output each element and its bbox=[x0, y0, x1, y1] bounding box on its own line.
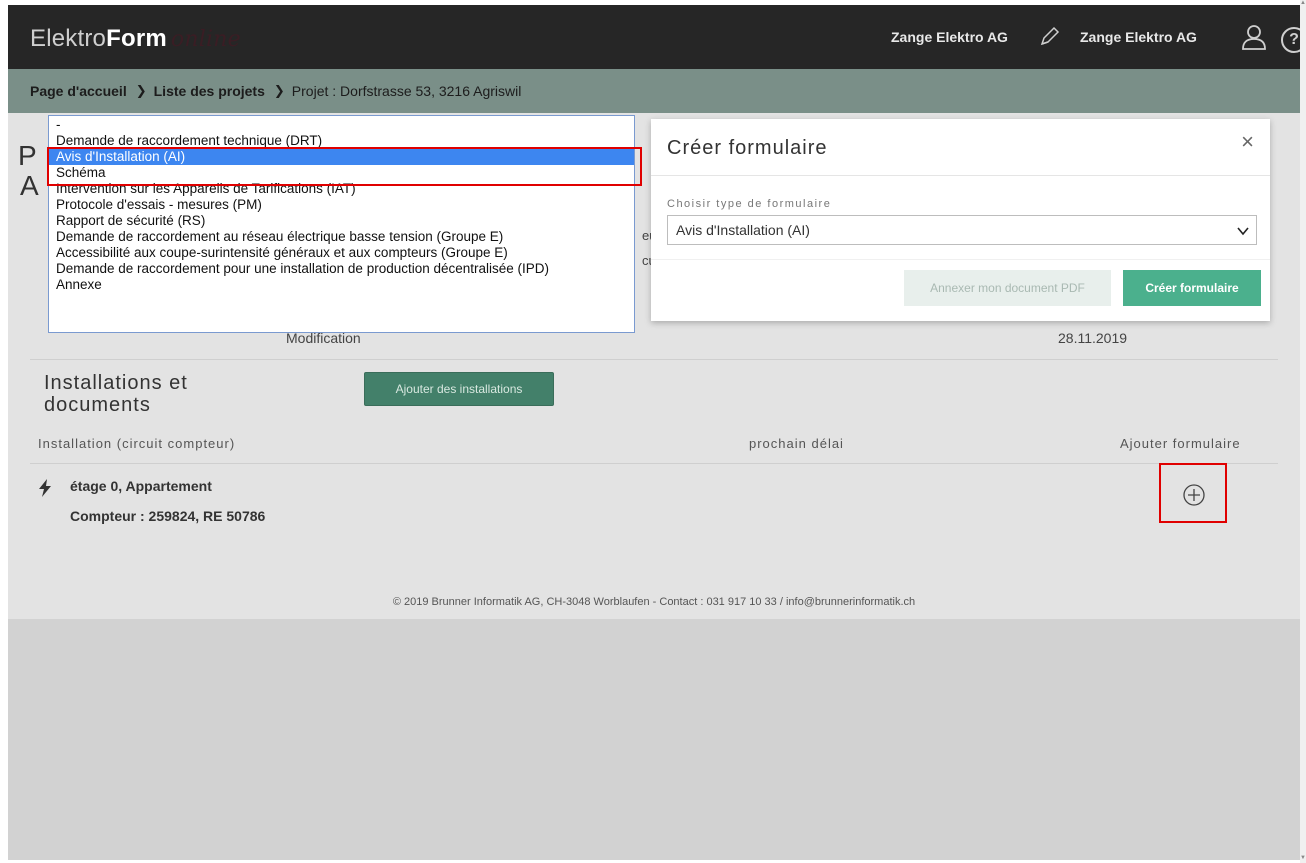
chevron-right-icon: ❯ bbox=[135, 83, 147, 98]
dropdown-option[interactable]: Annexe bbox=[49, 277, 634, 293]
column-header-next-deadline: prochain délai bbox=[749, 436, 844, 451]
column-header-add-form: Ajouter formulaire bbox=[1120, 436, 1241, 451]
table-header-divider bbox=[30, 463, 1278, 464]
create-form-modal: Créer formulaire × Choisir type de formu… bbox=[651, 119, 1270, 321]
company-name-link[interactable]: Zange Elektro AG bbox=[891, 29, 1008, 45]
logo-text-bold: Form bbox=[106, 25, 167, 52]
installation-location[interactable]: étage 0, Appartement bbox=[70, 478, 212, 494]
modal-divider bbox=[651, 175, 1270, 176]
dropdown-option[interactable]: Accessibilité aux coupe-surintensité gén… bbox=[49, 245, 634, 261]
breadcrumb-projects[interactable]: Liste des projets bbox=[154, 83, 265, 99]
installation-meter: Compteur : 259824, RE 50786 bbox=[70, 508, 266, 524]
breadcrumb-project-label: Projet : bbox=[291, 83, 337, 99]
attach-pdf-button[interactable]: Annexer mon document PDF bbox=[904, 270, 1111, 306]
dropdown-option[interactable]: Intervention sur les Appareils de Tarifi… bbox=[49, 181, 634, 197]
breadcrumb-project-address: Dorfstrasse 53, 3216 Agriswil bbox=[340, 83, 522, 99]
modal-divider bbox=[651, 259, 1270, 260]
chevron-right-icon: ❯ bbox=[273, 83, 285, 98]
column-header-installation: Installation (circuit compteur) bbox=[38, 436, 236, 451]
form-type-label: Choisir type de formulaire bbox=[667, 198, 832, 210]
project-title-partial-2: A bbox=[20, 170, 39, 201]
logo-text-script: online bbox=[170, 27, 241, 52]
app-logo[interactable]: ElektroForm online bbox=[30, 25, 241, 53]
modification-date: 28.11.2019 bbox=[1058, 330, 1128, 346]
dropdown-option[interactable]: Demande de raccordement pour une install… bbox=[49, 261, 634, 277]
section-divider bbox=[30, 359, 1278, 360]
logo-text-regular: Elektro bbox=[30, 25, 107, 52]
add-form-plus-circle-icon[interactable] bbox=[1183, 484, 1205, 506]
breadcrumb-home[interactable]: Page d'accueil bbox=[30, 83, 127, 99]
top-navigation-bar: ElektroForm online Zange Elektro AG Zange… bbox=[8, 5, 1300, 69]
close-icon[interactable]: × bbox=[1241, 129, 1254, 155]
lightning-bolt-icon bbox=[39, 479, 51, 497]
project-title-partial-1: P bbox=[18, 140, 37, 171]
installations-section-title: Installations et documents bbox=[44, 372, 188, 416]
breadcrumb: Page d'accueil ❯ Liste des projets ❯ Pro… bbox=[8, 69, 1300, 113]
form-type-dropdown-list: - Demande de raccordement technique (DRT… bbox=[48, 115, 635, 333]
company-name-account[interactable]: Zange Elektro AG bbox=[1080, 29, 1197, 45]
dropdown-option-selected[interactable]: Avis d'Installation (AI) bbox=[49, 149, 634, 165]
add-installations-button[interactable]: Ajouter des installations bbox=[364, 372, 554, 406]
chevron-down-icon bbox=[1237, 227, 1249, 236]
dropdown-option[interactable]: - bbox=[49, 117, 634, 133]
footer-copyright: © 2019 Brunner Informatik AG, CH-3048 Wo… bbox=[392, 596, 916, 608]
dropdown-option[interactable]: Protocole d'essais - mesures (PM) bbox=[49, 197, 634, 213]
scroll-down-arrow-icon[interactable]: ▼ bbox=[1300, 855, 1306, 863]
create-form-button[interactable]: Créer formulaire bbox=[1123, 270, 1261, 306]
user-icon[interactable] bbox=[1241, 23, 1267, 51]
modal-title: Créer formulaire bbox=[667, 137, 828, 159]
vertical-scrollbar[interactable]: ▲ ▼ bbox=[1300, 0, 1306, 863]
dropdown-option[interactable]: Schéma bbox=[49, 165, 634, 181]
dropdown-option[interactable]: Demande de raccordement technique (DRT) bbox=[49, 133, 634, 149]
scroll-up-arrow-icon[interactable]: ▲ bbox=[1300, 0, 1306, 8]
form-type-select[interactable]: Avis d'Installation (AI) bbox=[667, 215, 1257, 245]
form-type-selected-value: Avis d'Installation (AI) bbox=[676, 222, 810, 238]
dropdown-option[interactable]: Rapport de sécurité (RS) bbox=[49, 213, 634, 229]
page-background bbox=[8, 619, 1300, 860]
dropdown-option[interactable]: Demande de raccordement au réseau électr… bbox=[49, 229, 634, 245]
app-window: ElektroForm online Zange Elektro AG Zange… bbox=[8, 5, 1300, 860]
help-icon[interactable]: ? bbox=[1281, 27, 1300, 53]
pencil-icon[interactable] bbox=[1039, 25, 1061, 47]
